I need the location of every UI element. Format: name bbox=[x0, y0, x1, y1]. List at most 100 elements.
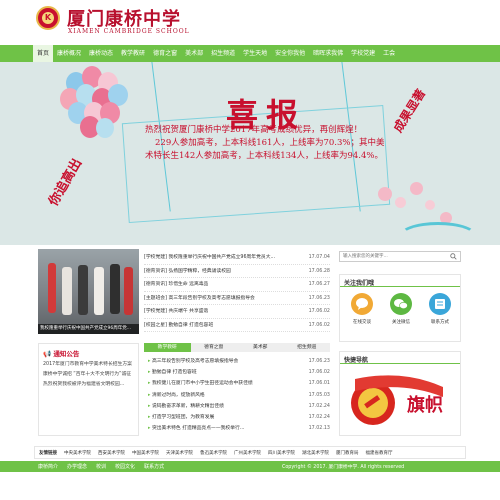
news-row[interactable]: [德育资讯] 珍惜生命 远离毒品 17.06.27 bbox=[144, 278, 330, 292]
friend-link[interactable]: 四川美术学院 bbox=[268, 450, 295, 456]
contact-icon bbox=[429, 293, 451, 315]
banner-line-2: 229人参加高考，上本科线161人，上线率为70.3%；其中美术特长生142人参… bbox=[145, 138, 385, 161]
nav-item-1[interactable]: 康桥概况 bbox=[53, 45, 85, 62]
friend-link[interactable]: 中国美术学院 bbox=[132, 450, 159, 456]
news-row[interactable]: [主题班会] 高三年段告别学校及高考志愿填报指导会 17.06.23 bbox=[144, 292, 330, 305]
notice-box: 📢 通知公告 2017年厦门市教育中学美术特长招生方案 康桥中学诚招 “百年十大… bbox=[38, 343, 139, 436]
friend-link[interactable]: 厦门教育局 bbox=[336, 450, 359, 456]
photo-caption[interactable]: 我校隆重举行庆祝中国共产党成立96周年党... bbox=[38, 324, 139, 334]
list-item[interactable]: 勤勉自律 打造包容班 17.06.02 bbox=[148, 367, 330, 378]
nav-item-4[interactable]: 德育之窗 bbox=[149, 45, 181, 62]
news-row[interactable]: [学校党建] 共庆端午 共享盛谐 17.06.02 bbox=[144, 305, 330, 319]
friend-link[interactable]: 福建省教育厅 bbox=[366, 450, 393, 456]
category-tabs: 教学教研 德育之窗 美术部 招生频道 bbox=[144, 343, 330, 352]
nav-item-5[interactable]: 美术部 bbox=[181, 45, 207, 62]
bell-icon: 📢 bbox=[43, 350, 54, 358]
footer-link[interactable]: 康桥简介 bbox=[38, 463, 58, 470]
friend-link[interactable]: 鲁迅美术学院 bbox=[200, 450, 227, 456]
online-chat-link[interactable]: 在线交谈 bbox=[347, 293, 377, 325]
ribbon-decoration bbox=[398, 222, 478, 245]
list-item-date: 17.06.02 bbox=[308, 370, 330, 376]
list-item-title[interactable]: 我校健儿在厦门市中小学生田径运动会中获佳绩 bbox=[148, 378, 253, 389]
school-logo[interactable]: K bbox=[36, 6, 60, 30]
search-input[interactable] bbox=[343, 252, 443, 262]
left-slogan: 你追高出 bbox=[46, 156, 86, 209]
notice-title[interactable]: 📢 通知公告 bbox=[43, 348, 79, 358]
tab-3[interactable]: 招生频道 bbox=[284, 343, 331, 352]
news-title[interactable]: [主题班会] 高三年段告别学校及高考志愿填报指导会 bbox=[144, 292, 255, 305]
friend-link[interactable]: 湖北美术学院 bbox=[302, 450, 329, 456]
footer-link[interactable]: 校训 bbox=[96, 463, 106, 470]
nav-item-6[interactable]: 招生频道 bbox=[207, 45, 239, 62]
news-photo[interactable]: 我校隆重举行庆祝中国共产党成立96周年党... bbox=[38, 249, 139, 334]
divider bbox=[340, 286, 460, 287]
photo-figure bbox=[78, 265, 88, 315]
party-building-banner[interactable]: 旗帜 bbox=[343, 369, 457, 433]
banner-text: 热烈祝贺厦门康桥中学2017年高考成绩优异，再创辉煌！ 229人参加高考，上本科… bbox=[145, 124, 390, 163]
nav-item-11[interactable]: 工会 bbox=[379, 45, 399, 62]
list-item[interactable]: 清新过时尚，绽放新风格 17.05.03 bbox=[148, 390, 330, 401]
balloon bbox=[96, 118, 114, 138]
list-item[interactable]: 我校健儿在厦门市中小学生田径运动会中获佳绩 17.06.01 bbox=[148, 378, 330, 389]
tab-0[interactable]: 教学教研 bbox=[144, 343, 191, 352]
nav-item-3[interactable]: 教学教研 bbox=[117, 45, 149, 62]
nav-item-10[interactable]: 学校党建 bbox=[347, 45, 379, 62]
banner-line-1: 热烈祝贺厦门康桥中学2017年高考成绩优异，再创辉煌！ bbox=[145, 125, 363, 135]
search-icon[interactable] bbox=[450, 253, 457, 260]
list-item[interactable]: 说码勤奋求革新，精耕文精出佳绩 17.02.24 bbox=[148, 401, 330, 412]
list-item[interactable]: 高三年段告别学校及高考志愿填报指导会 17.06.23 bbox=[148, 356, 330, 367]
nav-item-7[interactable]: 学生天地 bbox=[239, 45, 271, 62]
news-title[interactable]: [德育资讯] 珍惜生命 远离毒品 bbox=[144, 278, 208, 291]
news-title[interactable]: [德育资讯] 弘扬国学精粹，经典诵读校园 bbox=[144, 265, 231, 278]
logo-letter: K bbox=[42, 12, 54, 24]
header: K 厦门康桥中学 XIAMEN CAMBRIDGE SCHOOL bbox=[0, 0, 500, 45]
list-item-title[interactable]: 清新过时尚，绽放新风格 bbox=[148, 390, 205, 401]
friend-link[interactable]: 广州美术学院 bbox=[234, 450, 261, 456]
news-date: 17.06.02 bbox=[308, 322, 330, 328]
list-item-title[interactable]: 勤勉自律 打造包容班 bbox=[148, 367, 197, 378]
nav-item-8[interactable]: 安全你我他 bbox=[271, 45, 309, 62]
wechat-link[interactable]: 关注微信 bbox=[386, 293, 416, 325]
list-item-date: 17.02.24 bbox=[308, 414, 330, 420]
nav-item-0[interactable]: 首页 bbox=[33, 45, 54, 62]
notice-title-text: 通知公告 bbox=[53, 350, 80, 358]
photo-figure bbox=[110, 264, 120, 314]
news-row[interactable]: [学校党建] 我校隆重举行庆祝中国共产党成立96周年党员大... 17.07.04 bbox=[144, 251, 330, 265]
flower-decoration bbox=[425, 200, 435, 210]
friend-link[interactable]: 天津美术学院 bbox=[166, 450, 193, 456]
tab-news-list: 高三年段告别学校及高考志愿填报指导会 17.06.23 勤勉自律 打造包容班 17.0… bbox=[148, 356, 330, 434]
list-item[interactable]: 突出美术特色 打造精品亮点——我校举行... 17.02.13 bbox=[148, 423, 330, 434]
list-item-title[interactable]: 打造学习型班团，为教育发展 bbox=[148, 412, 214, 423]
flower-decoration bbox=[410, 182, 423, 195]
notice-body[interactable]: 2017年厦门市教育中学美术特长招生方案 康桥中学诚招 “百年十大不文明行为”诚… bbox=[43, 360, 136, 390]
friend-link[interactable]: 西安美术学院 bbox=[98, 450, 125, 456]
nav-item-9[interactable]: 暗晖求我佛 bbox=[309, 45, 347, 62]
list-item[interactable]: 打造学习型班团，为教育发展 17.02.24 bbox=[148, 412, 330, 423]
list-item-title[interactable]: 突出美术特色 打造精品亮点——我校举行... bbox=[148, 423, 244, 434]
footer-link[interactable]: 校园文化 bbox=[115, 463, 135, 470]
tab-1[interactable]: 德育之窗 bbox=[191, 343, 238, 352]
news-title[interactable]: [校园之星] 勤勉自律 打造包容班 bbox=[144, 319, 213, 332]
tab-2[interactable]: 美术部 bbox=[237, 343, 284, 352]
news-list: [学校党建] 我校隆重举行庆祝中国共产党成立96周年党员大... 17.07.04… bbox=[144, 251, 330, 332]
search-box bbox=[339, 251, 461, 262]
footer-link[interactable]: 办学理念 bbox=[67, 463, 87, 470]
news-date: 17.06.23 bbox=[308, 295, 330, 301]
friend-links: 友情链接 中央美术学院 西安美术学院 中国美术学院 天津美术学院 鲁迅美术学院 广州美术学院… bbox=[34, 446, 466, 459]
divider bbox=[340, 363, 460, 364]
news-title[interactable]: [学校党建] 我校隆重举行庆祝中国共产党成立96周年党员大... bbox=[144, 251, 275, 264]
news-title[interactable]: [学校党建] 共庆端午 共享盛谐 bbox=[144, 305, 208, 318]
flower-decoration bbox=[378, 187, 392, 201]
footer-link[interactable]: 联系方式 bbox=[144, 463, 164, 470]
list-item-title[interactable]: 高三年段告别学校及高考志愿填报指导会 bbox=[148, 356, 238, 367]
photo-figure bbox=[124, 267, 133, 315]
hero-banner[interactable]: 喜报 热烈祝贺厦门康桥中学2017年高考成绩优异，再创辉煌！ 229人参加高考，… bbox=[0, 62, 500, 245]
news-row[interactable]: [德育资讯] 弘扬国学精粹，经典诵读校园 17.06.28 bbox=[144, 265, 330, 278]
news-row[interactable]: [校园之星] 勤勉自律 打造包容班 17.06.02 bbox=[144, 319, 330, 332]
friend-link[interactable]: 中央美术学院 bbox=[64, 450, 91, 456]
contact-link[interactable]: 联系方式 bbox=[425, 293, 455, 325]
list-item-title[interactable]: 说码勤奋求革新，精耕文精出佳绩 bbox=[148, 401, 224, 412]
photo-figure bbox=[48, 263, 56, 313]
news-date: 17.07.04 bbox=[308, 255, 330, 260]
nav-item-2[interactable]: 康桥动态 bbox=[85, 45, 117, 62]
